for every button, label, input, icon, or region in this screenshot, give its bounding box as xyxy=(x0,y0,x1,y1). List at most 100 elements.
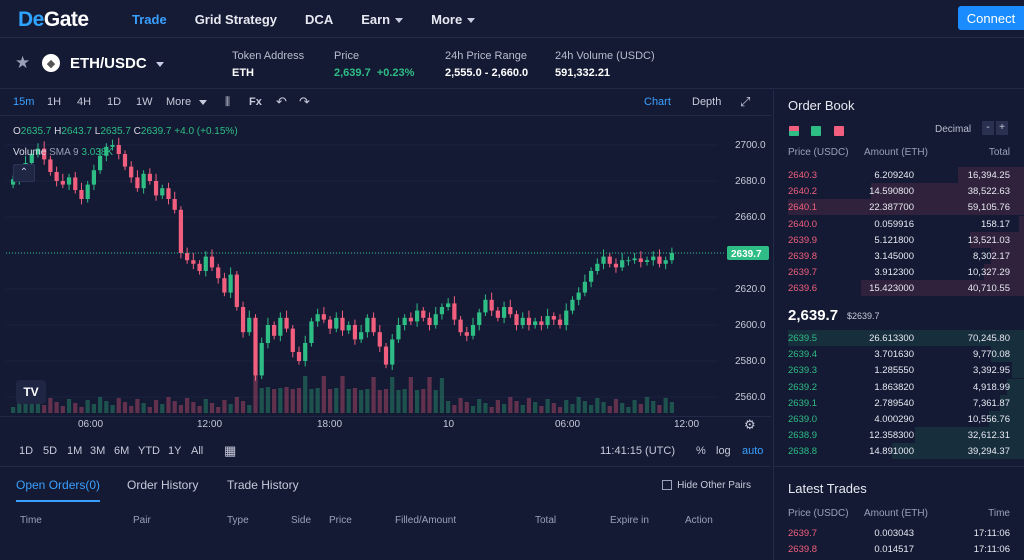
view-both-icon[interactable] xyxy=(789,126,799,136)
order-book-row[interactable]: 2640.1 22.387700 59,105.76 xyxy=(774,199,1024,216)
ob-amount: 5.121800 xyxy=(874,234,914,246)
order-book-row[interactable]: 2639.2 1.863820 4,918.99 xyxy=(774,378,1024,395)
order-book-row[interactable]: 2639.1 2.789540 7,361.87 xyxy=(774,394,1024,411)
orders-panel: Open Orders(0) Order History Trade Histo… xyxy=(0,466,771,560)
range-1m[interactable]: 1M xyxy=(67,445,82,457)
volume-bar xyxy=(185,398,190,413)
trade-price: 2639.8 xyxy=(788,544,818,555)
candle-body xyxy=(340,317,345,331)
volume-bar xyxy=(259,388,264,413)
order-book-row[interactable]: 2639.8 3.145000 8,302.17 xyxy=(774,248,1024,264)
volume-bar xyxy=(644,397,650,413)
pair-selector[interactable]: ETH/USDC xyxy=(70,55,164,72)
candle-body xyxy=(240,307,246,333)
connect-button[interactable]: Connect xyxy=(958,6,1024,30)
goto-date-calendar-icon[interactable]: ▦ xyxy=(224,443,236,459)
hide-other-pairs-checkbox[interactable]: Hide Other Pairs xyxy=(662,480,751,491)
nav-earn[interactable]: Earn xyxy=(361,12,404,27)
ob-amount: 2.789540 xyxy=(874,397,914,409)
utc-clock[interactable]: 11:41:15 (UTC) xyxy=(600,445,675,457)
candle-body xyxy=(352,325,358,340)
tab-chart[interactable]: Chart xyxy=(644,96,671,108)
candle-body xyxy=(147,173,152,181)
tab-trade-history[interactable]: Trade History xyxy=(227,478,299,492)
range-1d[interactable]: 1D xyxy=(19,445,33,457)
candle-body xyxy=(309,321,314,343)
price-number: 2,639.7 xyxy=(334,67,371,79)
tab-open-orders[interactable]: Open Orders(0) xyxy=(16,478,100,492)
volume-bar xyxy=(595,398,600,413)
order-book-row[interactable]: 2639.3 1.285550 3,392.95 xyxy=(774,362,1024,379)
pair-name: ETH/USDC xyxy=(70,55,147,72)
range-1y[interactable]: 1Y xyxy=(168,445,181,457)
ob-amount: 15.423000 xyxy=(869,283,914,295)
collapse-legend-button[interactable]: ⌃ xyxy=(13,164,35,182)
order-book-row[interactable]: 2639.9 5.121800 13,521.03 xyxy=(774,231,1024,248)
candle-body xyxy=(296,352,302,361)
tab-order-history[interactable]: Order History xyxy=(127,478,198,492)
tab-depth[interactable]: Depth xyxy=(692,96,721,108)
volume-bar xyxy=(315,388,320,413)
order-book-row[interactable]: 2640.3 6.209240 16,394.25 xyxy=(774,167,1024,183)
range-5d[interactable]: 5D xyxy=(43,445,57,457)
token-address-value[interactable]: ETH xyxy=(232,67,304,79)
fullscreen-icon[interactable]: ⤢ xyxy=(740,94,750,110)
view-asks-icon[interactable] xyxy=(833,126,844,136)
candle-body xyxy=(477,312,482,325)
percent-scale-toggle[interactable]: % xyxy=(696,445,706,457)
nav-grid-strategy[interactable]: Grid Strategy xyxy=(195,12,277,27)
volume-bar xyxy=(508,397,513,413)
candle-body xyxy=(433,314,438,325)
decimal-increase-button[interactable]: + xyxy=(996,121,1008,135)
price-chart[interactable]: 2700.02680.02660.02640.02620.02600.02580… xyxy=(0,117,771,437)
interval-more[interactable]: More xyxy=(166,96,208,108)
interval-15m[interactable]: 15m xyxy=(13,96,34,108)
order-book-row[interactable]: 2638.8 14.891000 39,294.37 xyxy=(774,443,1024,460)
order-book-row[interactable]: 2639.4 3.701630 9,770.08 xyxy=(774,346,1024,363)
nav-more[interactable]: More xyxy=(431,12,476,27)
candle-type-icon[interactable]: ⫼ xyxy=(225,96,230,109)
auto-scale-toggle[interactable]: auto xyxy=(742,445,763,457)
candle-body xyxy=(501,307,507,318)
favorite-star-icon[interactable]: ★ xyxy=(15,53,30,73)
volume-bar xyxy=(160,404,165,413)
order-book-row[interactable]: 2640.2 14.590800 38,522.63 xyxy=(774,183,1024,200)
interval-1d[interactable]: 1D xyxy=(107,96,121,108)
interval-4h[interactable]: 4H xyxy=(77,96,91,108)
log-scale-toggle[interactable]: log xyxy=(716,445,731,457)
volume-bar xyxy=(147,407,152,413)
col-total: Total xyxy=(535,515,557,526)
nav-trade[interactable]: Trade xyxy=(132,12,167,27)
interval-1h[interactable]: 1H xyxy=(47,96,61,108)
nav-dca[interactable]: DCA xyxy=(305,12,333,27)
volume-bar xyxy=(495,400,500,413)
order-book-row[interactable]: 2638.9 12.358300 32,612.31 xyxy=(774,427,1024,444)
candle-body xyxy=(359,332,364,340)
candle-body xyxy=(272,325,277,336)
col-side: Side xyxy=(291,515,312,526)
order-book-row[interactable]: 2639.0 4.000290 10,556.76 xyxy=(774,411,1024,427)
range-ytd[interactable]: YTD xyxy=(138,445,160,457)
interval-1w[interactable]: 1W xyxy=(136,96,153,108)
order-book-row[interactable]: 2639.7 3.912300 10,327.29 xyxy=(774,264,1024,281)
price-label: Price xyxy=(334,50,360,62)
candle-body xyxy=(390,339,395,365)
candle-body xyxy=(439,307,445,315)
redo-icon[interactable]: ↷ xyxy=(299,94,310,110)
range-all[interactable]: All xyxy=(191,445,203,457)
range-3m[interactable]: 3M xyxy=(90,445,105,457)
volume-label: 24h Volume (USDC) xyxy=(555,50,655,62)
volume-bar xyxy=(284,387,289,413)
order-book-row[interactable]: 2639.6 15.423000 40,710.55 xyxy=(774,280,1024,297)
tradingview-logo[interactable]: TV xyxy=(16,380,46,404)
order-book-row[interactable]: 2639.5 26.613300 70,245.80 xyxy=(774,330,1024,346)
order-book-row[interactable]: 2640.0 0.059916 158.17 xyxy=(774,215,1024,232)
indicators-fx-button[interactable]: Fx xyxy=(249,96,262,108)
range-6m[interactable]: 6M xyxy=(114,445,129,457)
degate-logo[interactable]: DeGate xyxy=(18,8,89,32)
chart-settings-gear-icon[interactable]: ⚙ xyxy=(744,417,756,433)
undo-icon[interactable]: ↶ xyxy=(276,94,287,110)
view-bids-icon[interactable] xyxy=(811,126,822,136)
time-tick: 10 xyxy=(443,419,455,430)
decimal-decrease-button[interactable]: - xyxy=(982,121,994,135)
